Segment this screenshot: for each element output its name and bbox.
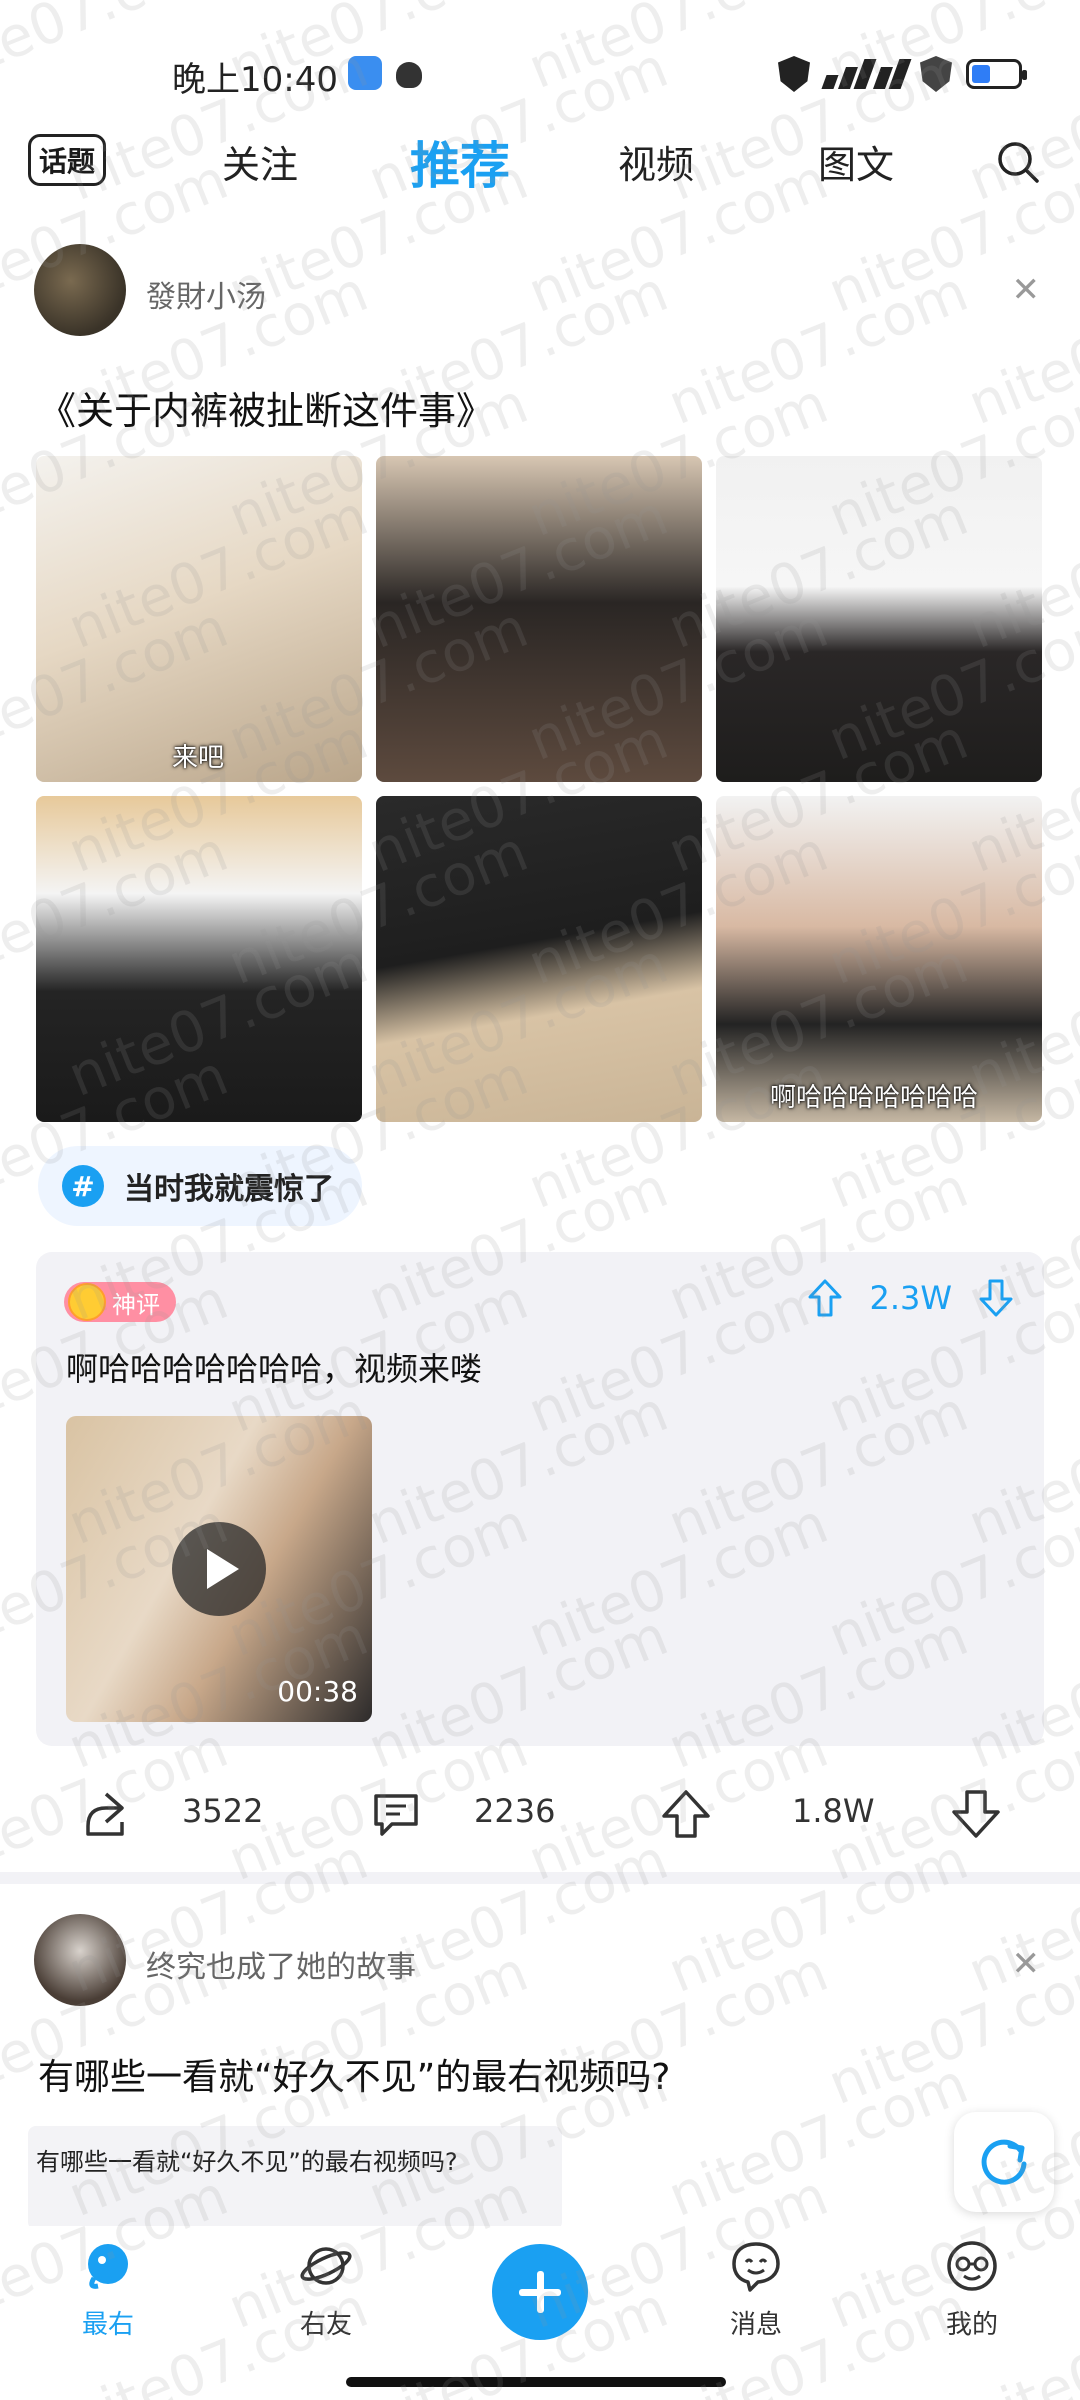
video-duration: 00:38 [277,1675,358,1708]
close-icon[interactable]: ✕ [1012,270,1041,310]
tab-image-text[interactable]: 图文 [818,134,894,189]
like-count: 1.8W [792,1792,875,1830]
post-title[interactable]: 《关于内裤被扯断这件事》 [38,380,494,435]
tab-recommend[interactable]: 推荐 [410,126,510,198]
video-thumbnail[interactable]: 00:38 [66,1416,372,1722]
refresh-icon [981,2139,1027,2185]
image-caption: 啊哈哈哈哈哈哈哈 [770,1083,979,1113]
status-time: 晚上10:40 [172,60,338,100]
share-icon[interactable] [76,1786,132,1842]
downvote-icon[interactable] [978,1278,1014,1318]
nav-label: 最右 [81,2310,134,2340]
watermark-text: nite07.com [659,259,977,438]
status-icons [778,56,1027,92]
comment-vote-box: 2.3W [807,1278,1014,1318]
hashtag-icon: # [62,1165,104,1207]
nav-label: 右友 [299,2310,352,2340]
top-nav: 话题 关注 推荐 视频 图文 [0,120,1080,210]
hashtag-text: 当时我就震惊了 [124,1172,334,1207]
downvote-icon[interactable] [948,1786,1004,1842]
tab-video[interactable]: 视频 [618,134,694,189]
post-action-bar: 3522 2236 1.8W [0,1776,1080,1856]
grid-image[interactable] [716,456,1042,782]
post-username[interactable]: 發財小汤 [146,272,266,316]
profile-icon [947,2241,997,2291]
avatar[interactable] [34,1914,126,2006]
play-icon[interactable] [172,1522,266,1616]
share-count: 3522 [182,1792,264,1830]
avatar[interactable] [34,244,126,336]
create-post-button[interactable] [492,2244,588,2340]
image-grid: 来吧 啊哈哈哈哈哈哈哈 [36,456,1042,1122]
bottom-nav: 最右 右友 消息 我的 [0,2226,1080,2400]
nav-label: 消息 [729,2310,782,2340]
search-icon[interactable] [996,140,1040,184]
nav-label: 我的 [945,2310,998,2340]
linked-post-text: 有哪些一看就“好久不见”的最右视频吗? [36,2148,458,2176]
comment-text: 啊哈哈哈哈哈哈哈，视频来喽 [66,1350,483,1388]
tab-follow[interactable]: 关注 [222,134,298,189]
status-bar: 晚上10:40 [0,0,1080,140]
upvote-icon[interactable] [658,1786,714,1842]
close-icon[interactable]: ✕ [1012,1944,1041,1984]
smile-icon [68,1283,106,1321]
badge-label: 神评 [112,1290,160,1319]
mascot-icon [88,2244,128,2289]
security-icon [920,56,952,92]
nav-item-profile[interactable]: 我的 [912,2238,1032,2341]
comment-icon[interactable] [368,1786,424,1842]
god-comment-badge: 神评 [64,1282,176,1322]
grid-image[interactable] [376,456,702,782]
planet-icon [300,2247,352,2285]
grid-image[interactable] [376,796,702,1122]
god-comment-card[interactable]: 神评 2.3W 啊哈哈哈哈哈哈哈，视频来喽 00:38 [36,1252,1044,1746]
signal-icon [821,59,912,89]
nav-item-messages[interactable]: 消息 [696,2238,816,2341]
grid-image[interactable] [36,796,362,1122]
nav-item-home[interactable]: 最右 [48,2238,168,2341]
refresh-button[interactable] [954,2112,1054,2212]
app-notification-icon [348,56,382,90]
topic-button[interactable]: 话题 [28,134,106,186]
vpn-icon [778,56,810,92]
upvote-icon[interactable] [807,1278,843,1318]
hashtag-chip[interactable]: # 当时我就震惊了 [38,1146,362,1226]
post-divider [0,1872,1080,1884]
cat-notification-icon [396,62,422,88]
home-indicator [346,2377,726,2387]
grid-image[interactable]: 啊哈哈哈哈哈哈哈 [716,796,1042,1122]
message-icon [732,2242,780,2292]
comment-count: 2236 [474,1792,556,1830]
post-title[interactable]: 有哪些一看就“好久不见”的最右视频吗? [38,2048,670,2100]
linked-post-card[interactable]: 有哪些一看就“好久不见”的最右视频吗? [28,2126,562,2230]
battery-icon [966,59,1027,89]
watermark-text: nite07.com [819,1939,1080,2118]
nav-item-friends[interactable]: 右友 [266,2238,386,2341]
watermark-text: nite07.com [659,2051,977,2230]
image-caption: 来吧 [172,743,225,773]
grid-image[interactable]: 来吧 [36,456,362,782]
comment-vote-count: 2.3W [869,1279,952,1317]
post-username[interactable]: 终究也成了她的故事 [146,1942,416,1986]
